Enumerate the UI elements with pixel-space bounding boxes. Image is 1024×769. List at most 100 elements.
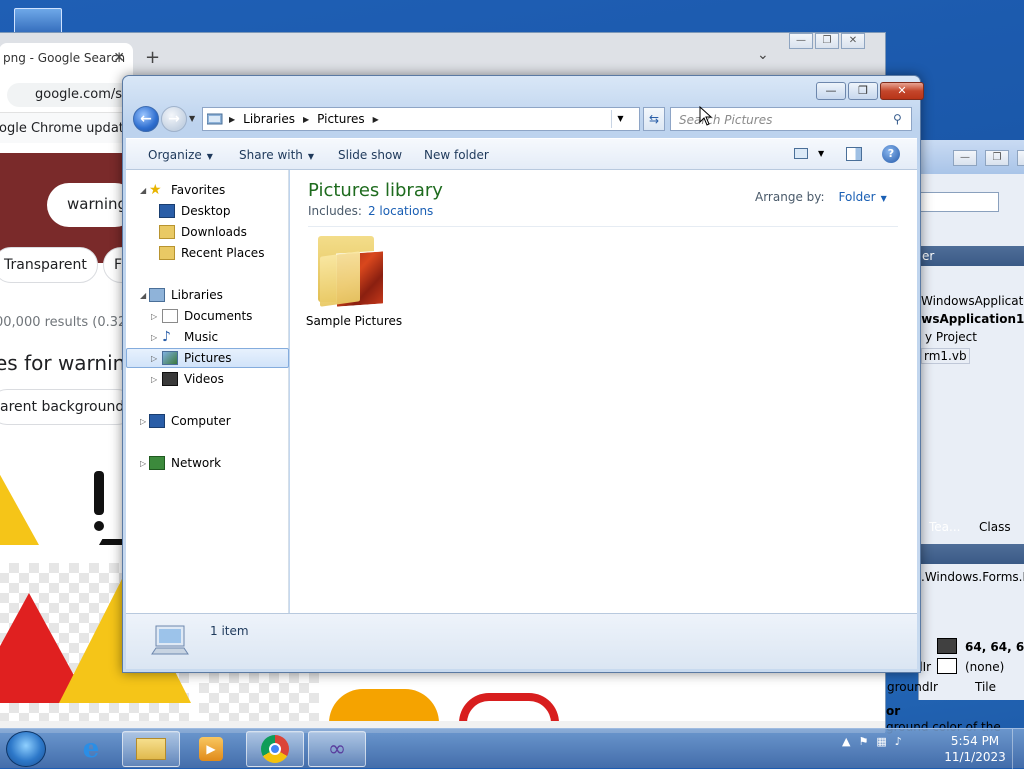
back-button[interactable]: ← [133,106,159,132]
minimize-icon[interactable]: — [789,33,813,49]
class-tab[interactable]: Class [979,520,1011,534]
prop-color-value[interactable]: 64, 64, 64 [965,640,1024,654]
nav-desktop[interactable]: Desktop [126,201,289,221]
arrange-value[interactable]: Folder [839,190,876,204]
tree-item[interactable]: y Project [925,330,977,344]
start-button[interactable] [6,731,46,767]
new-tab-icon[interactable]: + [145,47,160,68]
chip-transparent-background[interactable]: arent background [0,389,136,425]
breadcrumb-libraries[interactable]: Libraries [243,112,295,126]
prop-none-value[interactable]: (none) [965,660,1004,674]
breadcrumb-sep-icon[interactable]: ▶ [229,115,235,124]
organize-label: Organize [148,148,202,162]
chip-transparent[interactable]: Transparent [0,247,98,283]
minimize-button[interactable]: — [816,82,846,100]
folder-label: Sample Pictures [305,314,403,328]
nav-videos[interactable]: Videos [126,369,289,389]
new-folder-button[interactable]: New folder [424,148,489,162]
sample-pictures-folder[interactable]: Sample Pictures [306,232,402,328]
vs-title-bar: — ❐ ✕ [919,140,1024,174]
explorer-frame: — ❐ ✕ ← → ▼ ▶ Libraries ▶ Pictures ▶ ▼ ⇆… [123,76,924,672]
explorer-window: — ❐ ✕ ← → ▼ ▶ Libraries ▶ Pictures ▶ ▼ ⇆… [122,75,924,673]
address-dropdown-icon[interactable]: ▼ [611,110,629,128]
breadcrumb-pictures[interactable]: Pictures [317,112,365,126]
solution-explorer-header: er [919,246,1024,266]
vs-minimize-icon[interactable]: — [953,150,977,166]
visual-studio-button[interactable]: ∞ [308,731,366,767]
prop-layout-value[interactable]: Tile [975,680,996,694]
recent-places-icon [159,246,175,260]
pictures-icon [162,351,178,365]
chrome-tab-bar: png - Google Search ✕ + ⌄ — ❐ ✕ [0,33,885,77]
restore-icon[interactable]: ❐ [815,33,839,49]
documents-icon [162,309,178,323]
team-tab[interactable]: Tea... [929,520,960,534]
orange-sign-image[interactable] [329,689,439,723]
windows-explorer-button[interactable] [122,731,180,767]
item-count: 1 item [210,624,249,638]
show-hidden-icons-icon[interactable]: ▲ [842,735,850,748]
help-icon[interactable]: ? [882,145,900,163]
nav-music-label: Music [184,330,219,344]
change-view-icon[interactable] [794,148,808,159]
maximize-button[interactable]: ❐ [848,82,878,100]
vs-restore-icon[interactable]: ❐ [985,150,1009,166]
vs-close-icon[interactable]: ✕ [1017,150,1024,166]
tree-item[interactable]: WindowsApplication [921,294,1024,308]
expand-arrow-icon[interactable]: ▷ [151,354,157,363]
organize-menu[interactable]: Organize ▼ [148,148,213,162]
system-tray: ▲ ⚑ ▦ ♪ [842,735,902,748]
close-tab-icon[interactable]: ✕ [113,50,125,66]
visual-studio-window: — ❐ ✕ er WindowsApplication owsApplicati… [887,140,1024,700]
recent-pages-icon[interactable]: ▼ [189,114,195,123]
tree-item[interactable]: owsApplication1 [913,312,1024,326]
chrome-tab[interactable]: png - Google Search ✕ [0,43,133,77]
red-circle-sign-image[interactable] [459,693,559,723]
nav-libraries[interactable]: Libraries [126,285,289,305]
slide-show-button[interactable]: Slide show [338,148,402,162]
chevron-down-icon[interactable]: ▼ [881,194,887,203]
action-center-icon[interactable]: ⚑ [858,735,868,748]
image-swatch [937,658,957,674]
show-desktop-button[interactable] [1012,729,1024,769]
media-player-icon: ▶ [199,737,223,761]
info-bar: ogle Chrome updates, [0,113,139,143]
warning-sign-image-yellow[interactable] [0,473,39,545]
tree-item[interactable]: rm1.vb [921,348,970,364]
nav-recent-places[interactable]: Recent Places [126,243,289,263]
nav-favorites[interactable]: ★ Favorites [126,180,289,200]
media-player-button[interactable]: ▶ [182,731,240,767]
downloads-folder-icon [159,225,175,239]
address-bar[interactable]: ▶ Libraries ▶ Pictures ▶ ▼ [202,107,640,131]
nav-music[interactable]: ♪ Music [126,327,289,347]
nav-favorites-label: Favorites [171,183,226,197]
includes-locations-link[interactable]: 2 locations [368,204,433,218]
preview-pane-icon[interactable] [846,147,862,161]
library-title: Pictures library [308,180,443,201]
nav-computer[interactable]: Computer [126,411,289,431]
search-icon[interactable]: ⚲ [893,112,902,126]
volume-icon[interactable]: ♪ [895,735,902,748]
forward-button[interactable]: → [161,106,187,132]
breadcrumb-sep-icon[interactable]: ▶ [373,115,379,124]
clock[interactable]: 5:54 PM 11/1/2023 [940,733,1010,765]
nav-network-label: Network [171,456,222,470]
chrome-taskbar-button[interactable] [246,731,304,767]
internet-explorer-button[interactable]: e [62,731,120,767]
taskbar: e ▶ ∞ ▲ ⚑ ▦ ♪ 5:54 PM 11/1/2023 [0,728,1024,769]
nav-network[interactable]: Network [126,453,289,473]
nav-documents[interactable]: Documents [126,306,289,326]
nav-downloads[interactable]: Downloads [126,222,289,242]
breadcrumb-sep-icon[interactable]: ▶ [303,115,309,124]
close-icon[interactable]: ✕ [841,33,865,49]
close-button[interactable]: ✕ [880,82,924,100]
network-tray-icon[interactable]: ▦ [876,735,886,748]
view-options-icon[interactable]: ▼ [818,149,824,158]
warning-thumbnail-3[interactable] [199,673,319,723]
share-with-menu[interactable]: Share with ▼ [239,148,314,162]
vs-combo[interactable] [919,192,999,212]
tab-search-icon[interactable]: ⌄ [757,47,769,63]
mouse-cursor-icon [699,106,713,126]
refresh-icon[interactable]: ⇆ [643,107,665,131]
nav-libraries-label: Libraries [171,288,223,302]
